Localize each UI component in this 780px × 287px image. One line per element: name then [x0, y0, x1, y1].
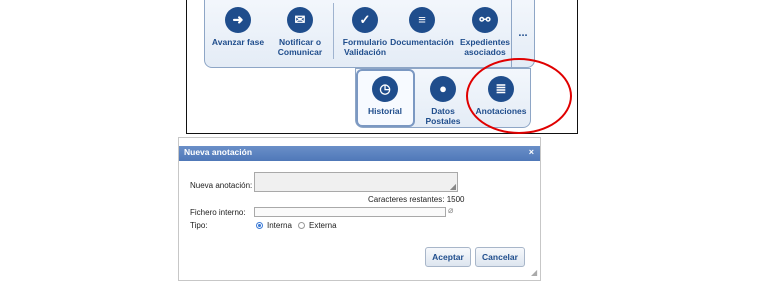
resize-grip-icon[interactable]: ◢: [450, 182, 456, 191]
map-pin-icon: ●: [430, 76, 456, 102]
type-label: Tipo:: [190, 221, 208, 230]
annotation-label: Nueva anotación:: [190, 181, 253, 190]
linked-files-icon: ⚯: [472, 7, 498, 33]
annotation-textarea[interactable]: ◢: [254, 172, 458, 192]
clock-icon: ◷: [372, 76, 398, 102]
dialog-resize-icon[interactable]: ◢: [531, 268, 537, 277]
tab-postal-data[interactable]: ● Datos Postales: [414, 76, 472, 126]
dialog-header: Nueva anotación ×: [179, 146, 540, 161]
notify-button[interactable]: ✉ Notificar o Comunicar: [271, 7, 329, 57]
file-input[interactable]: [254, 207, 446, 217]
form-check-icon: ✓: [352, 7, 378, 33]
validation-form-button[interactable]: ✓ Formulario Validación: [336, 7, 394, 57]
accept-button[interactable]: Aceptar: [425, 247, 471, 267]
radio-interna-label: Interna: [267, 221, 292, 230]
paperclip-icon[interactable]: ⌀: [448, 205, 453, 216]
advance-phase-icon: ➜: [225, 7, 251, 33]
tab-historial[interactable]: ◷ Historial: [356, 76, 414, 116]
radio-interna[interactable]: [256, 222, 263, 229]
radio-externa[interactable]: [298, 222, 305, 229]
advance-phase-button[interactable]: ➜ Avanzar fase: [209, 7, 267, 47]
highlight-circle: [466, 58, 572, 134]
linked-files-button[interactable]: ⚯ Expedientes asociados: [452, 7, 518, 57]
envelope-icon: ✉: [287, 7, 313, 33]
close-icon[interactable]: ×: [529, 147, 534, 157]
radio-externa-label: Externa: [309, 221, 337, 230]
toolbar-divider: [333, 3, 334, 59]
documentation-button[interactable]: ≡ Documentación: [389, 7, 455, 47]
file-label: Fichero interno:: [190, 208, 246, 217]
document-icon: ≡: [409, 7, 435, 33]
remaining-characters: Caracteres restantes: 1500: [368, 195, 465, 204]
action-toolbar: ➜ Avanzar fase ✉ Notificar o Comunicar ✓…: [204, 0, 533, 68]
dialog-title: Nueva anotación: [184, 147, 253, 157]
cancel-button[interactable]: Cancelar: [475, 247, 525, 267]
